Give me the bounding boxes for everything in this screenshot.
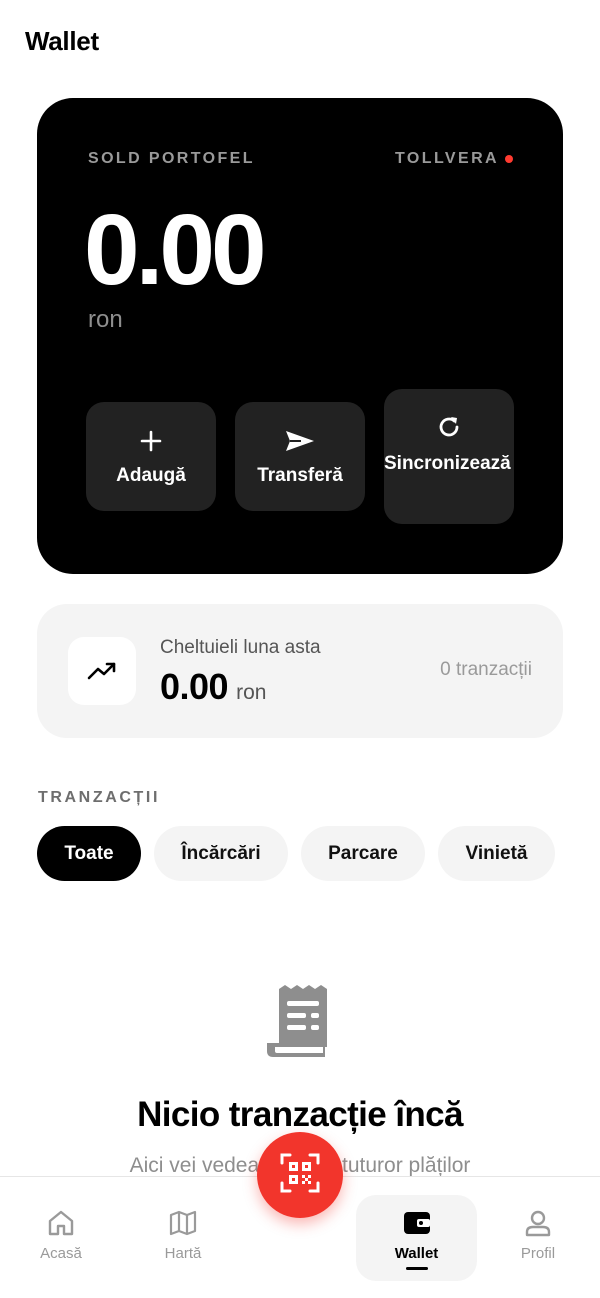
- map-icon: [169, 1209, 197, 1237]
- nav-item-wallet[interactable]: Wallet: [356, 1195, 477, 1281]
- filter-chip-topups[interactable]: Încărcări: [154, 826, 288, 881]
- send-icon: [235, 429, 365, 453]
- filter-chip-parking[interactable]: Parcare: [301, 826, 425, 881]
- transaction-count: 0 tranzacții: [440, 659, 532, 680]
- plus-icon: [86, 429, 216, 453]
- nav-item-map[interactable]: Hartă: [123, 1195, 243, 1281]
- home-icon: [47, 1209, 75, 1237]
- sync-label: Sincronizează: [384, 453, 511, 474]
- spending-label: Cheltuieli luna asta: [160, 637, 321, 658]
- transaction-filters: Toate Încărcări Parcare Vinietă: [37, 826, 555, 881]
- receipt-icon: [265, 985, 335, 1066]
- nav-item-home[interactable]: Acasă: [1, 1195, 121, 1281]
- status-dot: [505, 155, 513, 163]
- nav-label-map: Hartă: [164, 1245, 202, 1262]
- sync-button[interactable]: Sincronizează: [384, 389, 514, 524]
- wallet-balance-currency: ron: [88, 306, 123, 333]
- filter-chip-all[interactable]: Toate: [37, 826, 141, 881]
- nav-label-wallet: Wallet: [394, 1245, 439, 1262]
- add-funds-label: Adaugă: [116, 465, 186, 486]
- active-indicator: [405, 1267, 428, 1270]
- wallet-balance-label: SOLD PORTOFEL: [88, 150, 255, 167]
- wallet-balance-card: SOLD PORTOFEL TOLLVERA 0.00 ron Adaugă T…: [37, 98, 563, 574]
- qr-scan-button[interactable]: [257, 1132, 343, 1218]
- monthly-spending-card[interactable]: Cheltuieli luna asta 0.00 ron 0 tranzacț…: [37, 604, 563, 738]
- transactions-section-title: TRANZACȚII: [38, 789, 160, 806]
- brand-name: TOLLVERA: [395, 150, 499, 167]
- nav-label-home: Acasă: [40, 1245, 82, 1262]
- nav-item-profile[interactable]: Profil: [478, 1195, 598, 1281]
- wallet-icon: [403, 1209, 431, 1237]
- spending-value: 0.00 ron: [160, 666, 266, 708]
- add-funds-button[interactable]: Adaugă: [86, 402, 216, 511]
- wallet-balance-amount: 0.00: [84, 194, 267, 306]
- filter-chip-vignette[interactable]: Vinietă: [438, 826, 555, 881]
- refresh-icon: [384, 414, 514, 440]
- spending-amount: 0.00: [160, 666, 229, 707]
- wallet-brand: TOLLVERA: [395, 150, 513, 168]
- profile-icon: [524, 1209, 552, 1237]
- transfer-label: Transferă: [257, 465, 343, 486]
- spending-currency: ron: [236, 681, 267, 704]
- qr-scan-icon: [280, 1153, 320, 1198]
- nav-label-profile: Profil: [520, 1245, 556, 1262]
- page-title: Wallet: [25, 26, 99, 56]
- empty-state-title: Nicio tranzacție încă: [137, 1095, 463, 1134]
- transfer-button[interactable]: Transferă: [235, 402, 365, 511]
- trending-up-icon: [68, 637, 136, 705]
